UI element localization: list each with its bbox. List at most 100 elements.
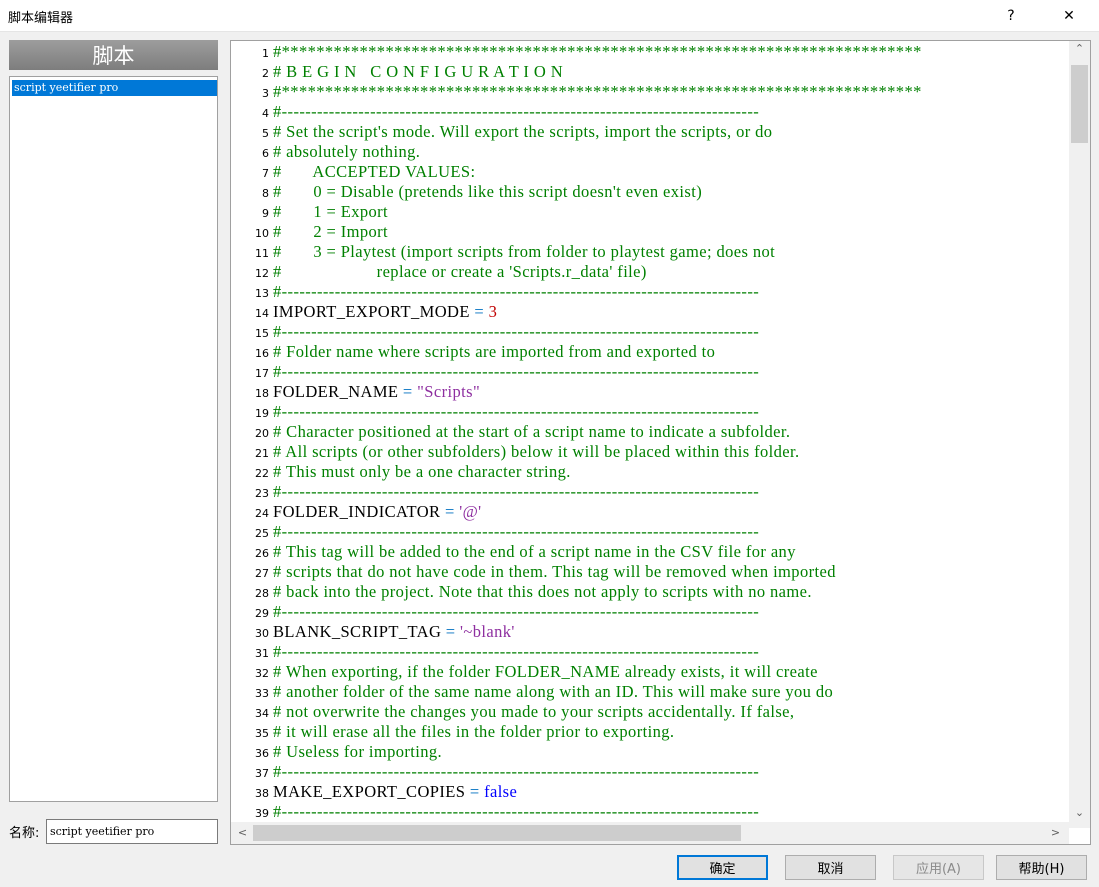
- code-token: MAKE_EXPORT_COPIES: [273, 782, 466, 801]
- close-button[interactable]: ✕: [1046, 0, 1092, 32]
- code-line[interactable]: FOLDER_INDICATOR = '@': [273, 502, 482, 522]
- line-number: 25: [255, 527, 269, 540]
- code-line[interactable]: # This must only be a one character stri…: [273, 462, 571, 482]
- help-button[interactable]: 帮助(H): [996, 855, 1087, 880]
- vertical-scrollbar[interactable]: ⌃ ⌄: [1069, 41, 1090, 828]
- code-line[interactable]: #---------------------------------------…: [273, 522, 759, 542]
- line-number: 34: [255, 707, 269, 720]
- code-line[interactable]: # 3 = Playtest (import scripts from fold…: [273, 242, 775, 262]
- code-editor[interactable]: 1 2 3 4 5 6 7 8 9 10 11 12 13 14 15 16 17 18 19 20 21 22 23 24 2…: [230, 40, 1091, 845]
- line-number-gutter: 1 2 3 4 5 6 7 8 9 10 11 12 13 14 15 16 17 18 19 20 21 22 23 24 2…: [231, 41, 273, 828]
- code-token: =: [465, 782, 485, 801]
- code-line[interactable]: # Character positioned at the start of a…: [273, 422, 790, 442]
- code-token: # Folder name where scripts are imported…: [273, 342, 716, 361]
- window-title: 脚本编辑器: [8, 11, 74, 26]
- code-token: # This must only be a one character stri…: [273, 462, 571, 481]
- name-label: 名称:: [9, 826, 40, 841]
- line-number: 13: [255, 287, 269, 300]
- line-number: 33: [255, 687, 269, 700]
- script-list-item[interactable]: script yeetifier pro: [12, 80, 217, 96]
- scroll-right-arrow-icon[interactable]: >: [1047, 826, 1064, 839]
- code-line[interactable]: # Set the script's mode. Will export the…: [273, 122, 772, 142]
- line-number: 19: [255, 407, 269, 420]
- code-token: IMPORT_EXPORT_MODE: [273, 302, 470, 321]
- line-number: 16: [255, 347, 269, 360]
- line-number: 21: [255, 447, 269, 460]
- code-token: # This tag will be added to the end of a…: [273, 542, 796, 561]
- code-token: # Character positioned at the start of a…: [273, 422, 791, 441]
- script-list[interactable]: script yeetifier pro: [9, 76, 218, 802]
- code-line[interactable]: # another folder of the same name along …: [273, 682, 833, 702]
- code-token: # another folder of the same name along …: [273, 682, 834, 701]
- line-number: 10: [255, 227, 269, 240]
- code-line[interactable]: # Useless for importing.: [273, 742, 442, 762]
- code-area[interactable]: #***************************************…: [273, 41, 1069, 828]
- apply-button[interactable]: 应用(A): [893, 855, 984, 880]
- code-line[interactable]: # 2 = Import: [273, 222, 388, 242]
- line-number: 14: [255, 307, 269, 320]
- line-number: 27: [255, 567, 269, 580]
- cancel-button[interactable]: 取消: [785, 855, 876, 880]
- help-title-button[interactable]: ?: [988, 0, 1034, 32]
- code-line[interactable]: FOLDER_NAME = "Scripts": [273, 382, 480, 402]
- code-line[interactable]: #***************************************…: [273, 82, 922, 102]
- code-token: # absolutely nothing.: [273, 142, 421, 161]
- name-field[interactable]: script yeetifier pro: [46, 819, 218, 844]
- code-line[interactable]: # back into the project. Note that this …: [273, 582, 812, 602]
- code-line[interactable]: # When exporting, if the folder FOLDER_N…: [273, 662, 818, 682]
- code-line[interactable]: #---------------------------------------…: [273, 282, 759, 302]
- code-line[interactable]: #---------------------------------------…: [273, 482, 759, 502]
- code-token: #---------------------------------------…: [273, 402, 760, 421]
- code-line[interactable]: # Folder name where scripts are imported…: [273, 342, 715, 362]
- code-line[interactable]: # ACCEPTED VALUES:: [273, 162, 475, 182]
- code-token: 3: [488, 302, 498, 321]
- scroll-down-arrow-icon[interactable]: ⌄: [1071, 806, 1088, 819]
- code-token: BLANK_SCRIPT_TAG: [273, 622, 442, 641]
- scroll-left-arrow-icon[interactable]: <: [234, 826, 251, 839]
- code-line[interactable]: # 1 = Export: [273, 202, 388, 222]
- code-token: #---------------------------------------…: [273, 362, 760, 381]
- line-number: 23: [255, 487, 269, 500]
- code-line[interactable]: #---------------------------------------…: [273, 362, 759, 382]
- line-number: 1: [262, 47, 269, 60]
- line-number: 35: [255, 727, 269, 740]
- code-token: #---------------------------------------…: [273, 802, 760, 821]
- code-line[interactable]: # 0 = Disable (pretends like this script…: [273, 182, 702, 202]
- code-token: # ACCEPTED VALUES:: [273, 162, 476, 181]
- line-number: 26: [255, 547, 269, 560]
- code-line[interactable]: # not overwrite the changes you made to …: [273, 702, 794, 722]
- code-line[interactable]: # replace or create a 'Scripts.r_data' f…: [273, 262, 647, 282]
- code-line[interactable]: #***************************************…: [273, 42, 922, 62]
- code-line[interactable]: #---------------------------------------…: [273, 322, 759, 342]
- vertical-scroll-thumb[interactable]: [1071, 65, 1088, 143]
- code-line[interactable]: # This tag will be added to the end of a…: [273, 542, 796, 562]
- code-line[interactable]: # All scripts (or other subfolders) belo…: [273, 442, 800, 462]
- scroll-up-arrow-icon[interactable]: ⌃: [1071, 42, 1088, 55]
- code-token: # Useless for importing.: [273, 742, 443, 761]
- code-line[interactable]: #---------------------------------------…: [273, 402, 759, 422]
- code-line[interactable]: BLANK_SCRIPT_TAG = '~blank': [273, 622, 515, 642]
- code-line[interactable]: # absolutely nothing.: [273, 142, 420, 162]
- ok-button[interactable]: 确定: [677, 855, 768, 880]
- code-token: #***************************************…: [273, 42, 922, 61]
- line-number: 22: [255, 467, 269, 480]
- code-line[interactable]: MAKE_EXPORT_COPIES = false: [273, 782, 517, 802]
- code-line[interactable]: #---------------------------------------…: [273, 602, 759, 622]
- line-number: 15: [255, 327, 269, 340]
- line-number: 9: [262, 207, 269, 220]
- code-line[interactable]: # B E G I N C O N F I G U R A T I O N: [273, 62, 563, 82]
- code-line[interactable]: # scripts that do not have code in them.…: [273, 562, 836, 582]
- line-number: 38: [255, 787, 269, 800]
- code-line[interactable]: #---------------------------------------…: [273, 762, 759, 782]
- code-line[interactable]: #---------------------------------------…: [273, 642, 759, 662]
- code-line[interactable]: #---------------------------------------…: [273, 802, 759, 822]
- horizontal-scrollbar[interactable]: < >: [231, 822, 1069, 844]
- code-line[interactable]: # it will erase all the files in the fol…: [273, 722, 674, 742]
- code-token: # 2 = Import: [273, 222, 389, 241]
- horizontal-scroll-thumb[interactable]: [253, 825, 741, 841]
- code-line[interactable]: IMPORT_EXPORT_MODE = 3: [273, 302, 497, 322]
- code-line[interactable]: #---------------------------------------…: [273, 102, 759, 122]
- code-token: # All scripts (or other subfolders) belo…: [273, 442, 800, 461]
- code-token: #---------------------------------------…: [273, 602, 760, 621]
- script-list-header: 脚本: [9, 40, 218, 70]
